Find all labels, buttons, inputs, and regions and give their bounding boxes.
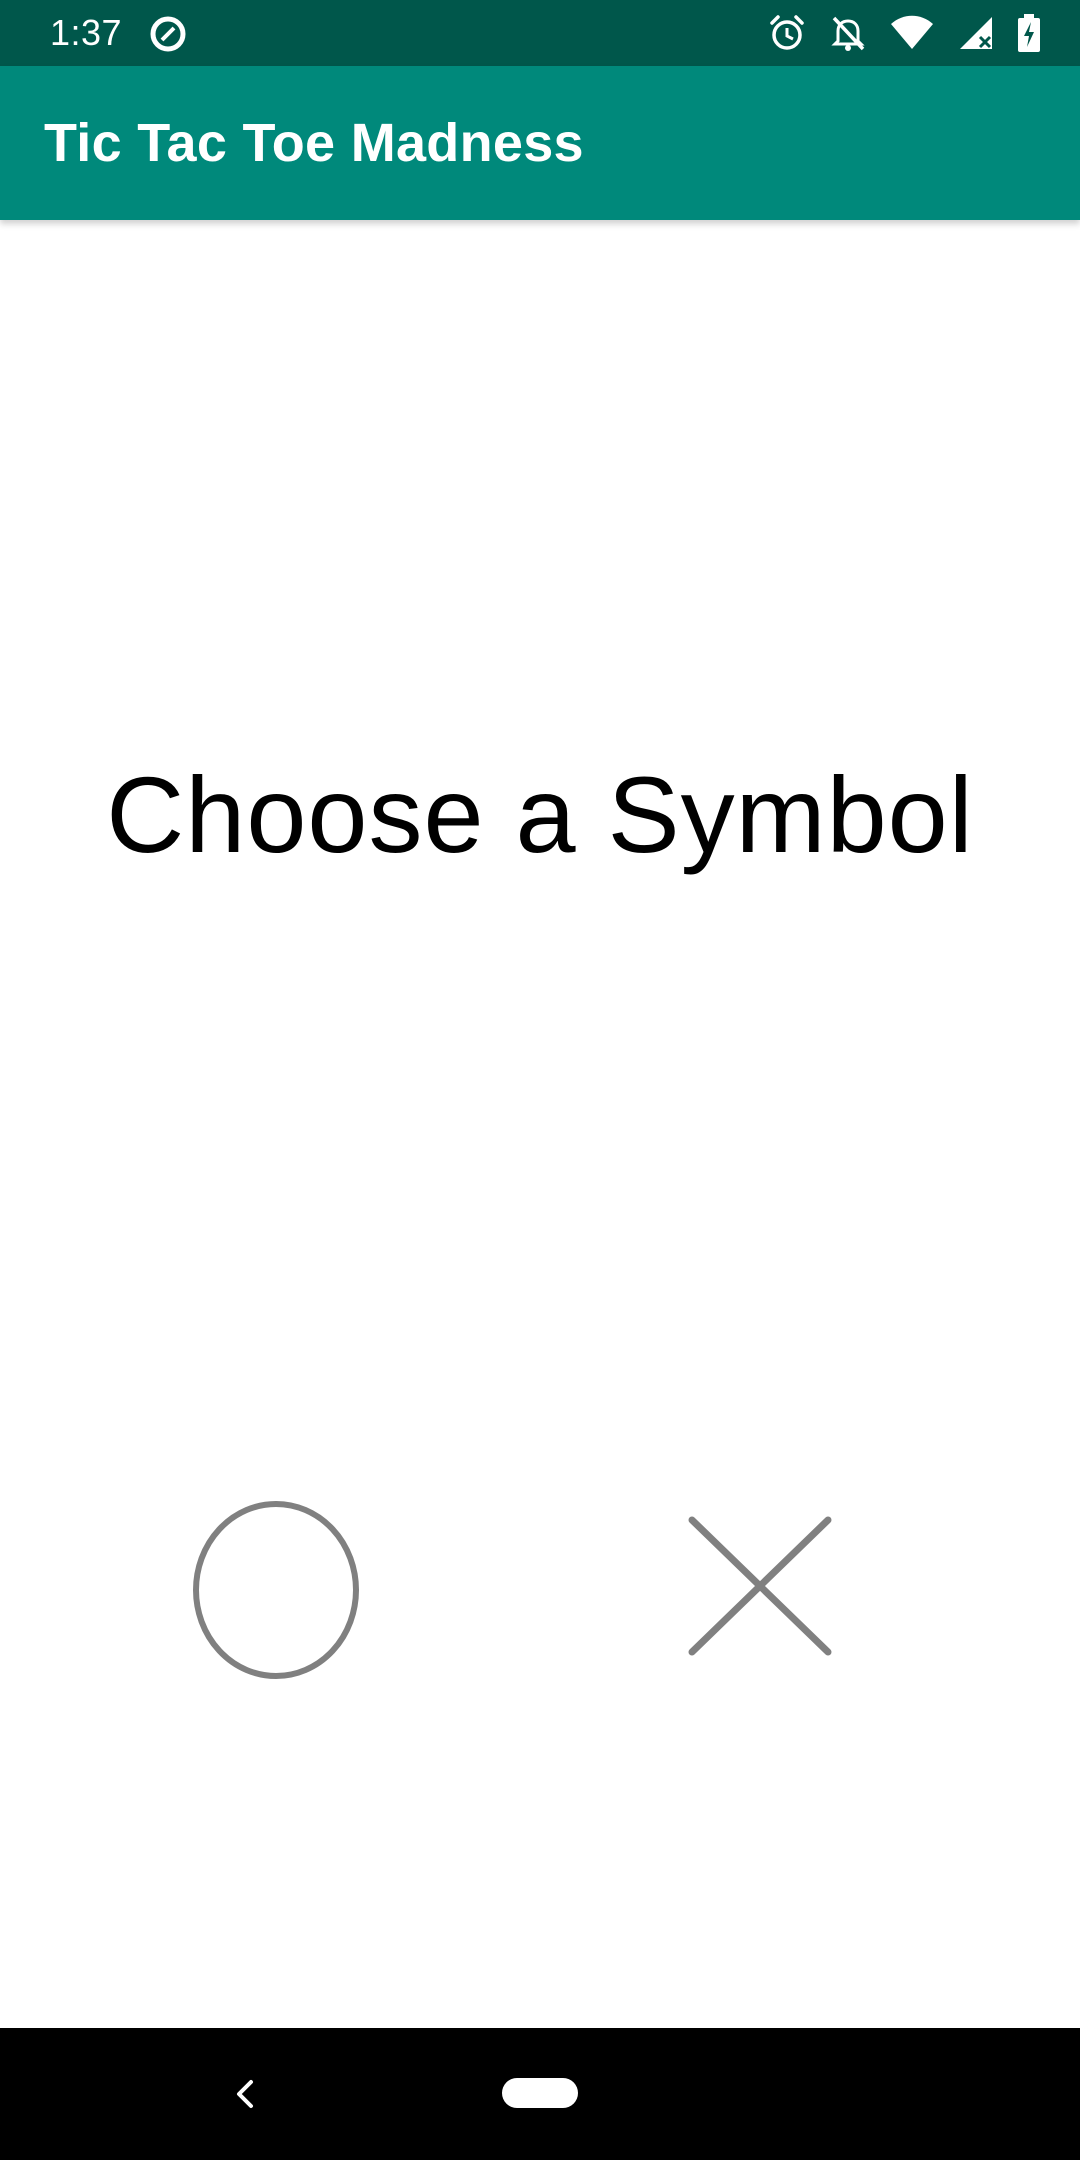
- alarm-icon: [768, 14, 806, 52]
- circle-symbol-button[interactable]: [176, 1490, 376, 1690]
- cross-symbol-button[interactable]: [660, 1490, 860, 1690]
- navigation-bar: [0, 2028, 1080, 2160]
- home-pill-icon[interactable]: [502, 2078, 578, 2108]
- data-saver-icon: [148, 14, 188, 54]
- battery-charging-icon: [1018, 14, 1040, 52]
- status-time: 1:37: [50, 12, 123, 53]
- app-bar: Tic Tac Toe Madness: [0, 66, 1080, 220]
- screen: 1:37 Tic Tac Toe Madness Choose a Symbol: [0, 0, 1080, 2160]
- notifications-off-icon: [830, 14, 866, 52]
- status-bar: 1:37: [0, 0, 1080, 66]
- wifi-icon: [890, 15, 934, 51]
- cellular-signal-icon: [958, 15, 994, 51]
- choose-symbol-prompt: Choose a Symbol: [106, 754, 974, 875]
- circle-o-icon: [193, 1501, 359, 1679]
- status-icons: [768, 12, 1040, 54]
- cross-x-icon: [688, 1516, 832, 1656]
- app-title: Tic Tac Toe Madness: [44, 113, 584, 173]
- back-icon[interactable]: [216, 2064, 276, 2124]
